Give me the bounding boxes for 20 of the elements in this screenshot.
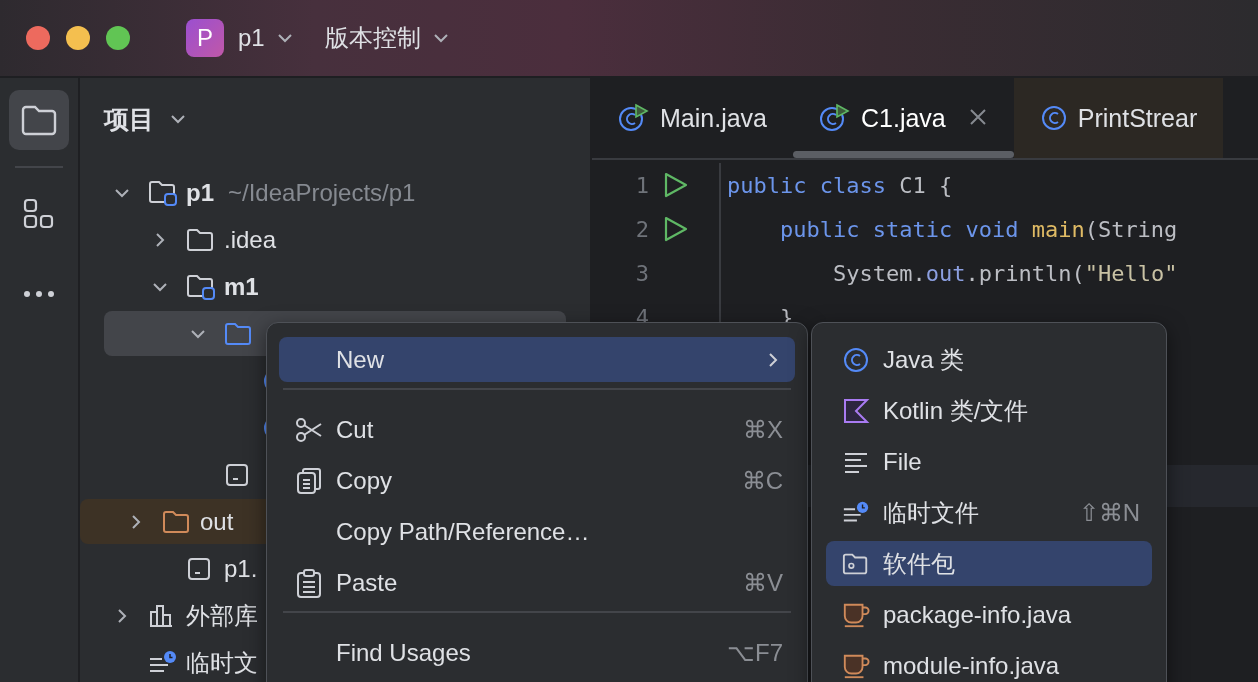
tree-item-label: 临时文 — [186, 647, 258, 678]
code-line: public class C1 { — [726, 172, 953, 198]
tree-item-label: p1 — [186, 178, 214, 207]
path-label: ~/IdeaProjects/p1 — [228, 178, 416, 207]
shortcut-label: ⌘V — [743, 568, 783, 597]
line-number: 1 — [634, 172, 649, 198]
code-line: System.out.println("Hello" — [831, 260, 1178, 286]
shortcut-label: ⌘C — [741, 466, 783, 495]
tree-item-label: 外部库 — [186, 600, 258, 631]
shortcut-label: ⇧⌘N — [1078, 498, 1140, 527]
shortcut-label: ⌥F7 — [727, 638, 783, 667]
tree-item-label: m1 — [224, 272, 259, 301]
tree-item-label: .idea — [224, 225, 277, 254]
line-number: 3 — [634, 260, 649, 286]
line-number: 2 — [634, 216, 649, 242]
tree-item-label: out — [200, 507, 234, 536]
code-line: public static void main(String — [778, 216, 1178, 242]
project-badge: P — [186, 19, 224, 57]
tree-item-label: p1. — [224, 554, 258, 583]
shortcut-label: ⌘X — [743, 415, 783, 444]
